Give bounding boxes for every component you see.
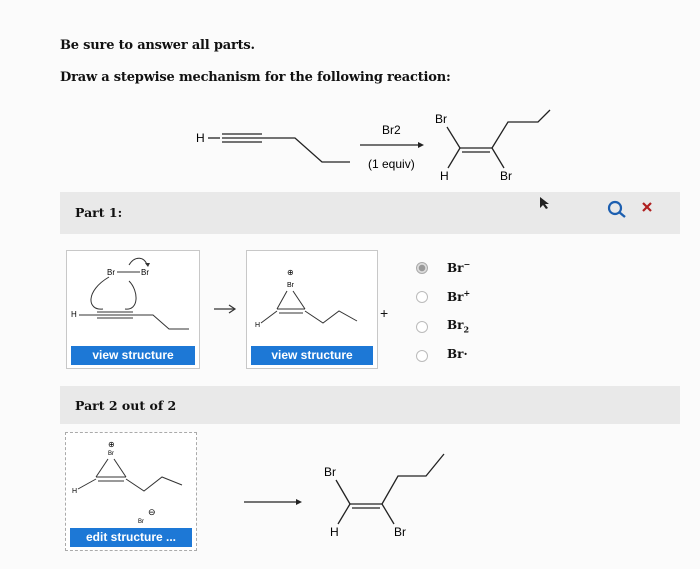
part2-product-br-top: Br — [324, 465, 336, 479]
br-top-label: Br — [108, 451, 114, 457]
reaction-scheme: H Br2 (1 equiv) Br H Br — [196, 109, 551, 183]
option-br-radical[interactable]: Br· — [447, 347, 468, 361]
h-label: H — [71, 310, 77, 319]
option-radio-br-cation[interactable] — [416, 291, 428, 303]
instruction-line-2: Draw a stepwise mechanism for the follow… — [60, 70, 451, 85]
part1-structure-panel-2[interactable]: ⊕ Br H view structure — [246, 250, 378, 369]
part1-label: Part 1: — [75, 205, 123, 220]
magnifier-icon[interactable] — [606, 199, 630, 219]
charge-top-label: ⊕ — [108, 440, 115, 449]
br-ion-label: Br — [138, 519, 144, 525]
positive-charge-label: ⊕ — [287, 268, 294, 277]
br-right-label: Br — [141, 268, 149, 277]
view-structure-button-1[interactable]: view structure — [71, 346, 195, 365]
option-radio-br2[interactable] — [416, 321, 428, 333]
option-radio-br-anion[interactable] — [416, 262, 428, 274]
bromonium-formation-drawing: Br Br H — [71, 257, 189, 330]
reagent-note: (1 equiv) — [368, 157, 415, 171]
alkyl-chain — [262, 137, 350, 163]
option-br2[interactable]: Br2 — [447, 318, 469, 334]
part2-product-br-bottom: Br — [394, 525, 406, 539]
product-br-bottom: Br — [500, 169, 512, 183]
option-radio-br-radical[interactable] — [416, 350, 428, 362]
option-br-anion[interactable]: Br− — [447, 259, 470, 275]
part2-structure-panel[interactable]: ⊕ Br H Br ⊖ edit structure ... — [65, 432, 197, 551]
bromonium-ion-drawing: ⊕ Br H — [255, 268, 358, 329]
bromonium-br-label: Br — [287, 282, 295, 289]
mechanism-arrow — [214, 304, 237, 314]
close-icon[interactable] — [640, 200, 654, 214]
charge-ion-label: ⊖ — [148, 507, 156, 517]
reagent-label: Br2 — [382, 123, 401, 137]
part2-product-scheme: Br H Br — [244, 453, 445, 539]
part1-header — [60, 192, 680, 234]
instruction-line-1: Be sure to answer all parts. — [60, 38, 255, 53]
part2-label: Part 2 out of 2 — [75, 398, 177, 413]
br-left-label: Br — [107, 268, 115, 277]
h-label: H — [72, 488, 77, 495]
plus-sign: + — [380, 305, 389, 321]
part1-structure-panel-1[interactable]: Br Br H view structure — [66, 250, 200, 369]
alkyne-triple-bond — [222, 133, 262, 143]
view-structure-button-2[interactable]: view structure — [251, 346, 373, 365]
option-br-cation[interactable]: Br+ — [447, 288, 470, 304]
bromonium-bromide-drawing: ⊕ Br H Br ⊖ — [72, 440, 183, 525]
product-h: H — [440, 169, 449, 183]
product-br-top: Br — [435, 112, 447, 126]
cursor-icon — [540, 197, 549, 209]
part2-product-h: H — [330, 525, 339, 539]
edit-structure-button[interactable]: edit structure ... — [70, 528, 192, 547]
reactant-h-label: H — [196, 131, 205, 145]
h-label: H — [255, 322, 260, 329]
